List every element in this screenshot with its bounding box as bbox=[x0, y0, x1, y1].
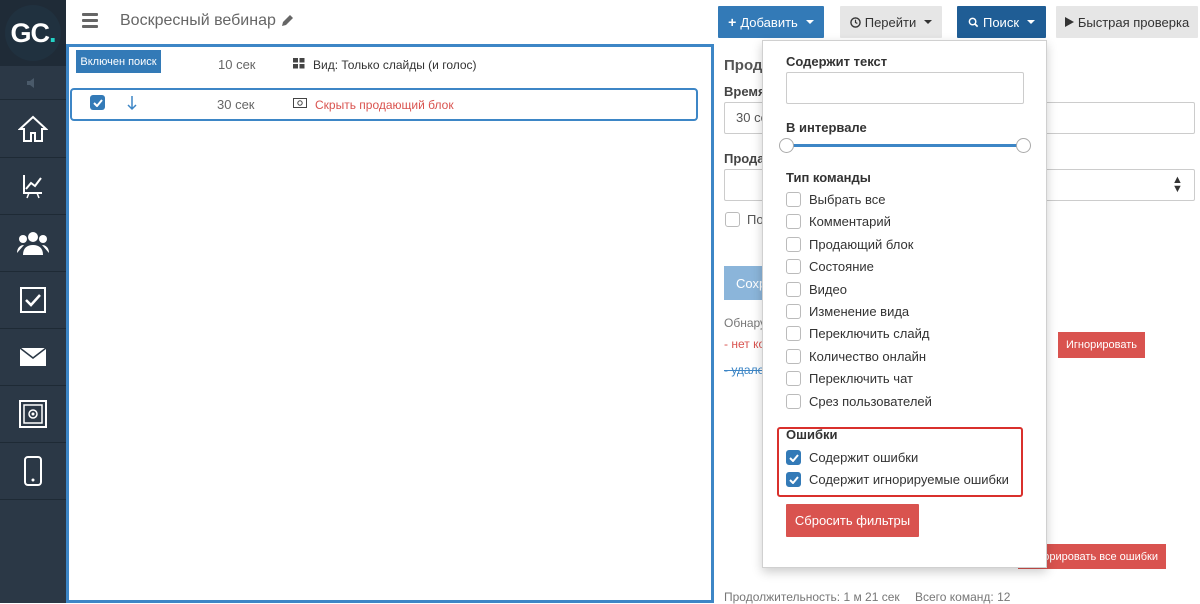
error-item-ignored: - удале bbox=[724, 363, 765, 377]
speaker-icon[interactable] bbox=[0, 66, 66, 100]
checkbox[interactable] bbox=[786, 304, 801, 319]
checkbox-checked[interactable] bbox=[786, 472, 801, 487]
row-checkbox[interactable] bbox=[90, 95, 105, 110]
sidebar-item-stats[interactable] bbox=[0, 158, 66, 215]
arrow-down-icon[interactable] bbox=[127, 95, 137, 111]
checkbox-icon bbox=[20, 287, 46, 313]
filter-switch-slide[interactable]: Переключить слайд bbox=[786, 326, 929, 341]
search-enabled-badge: Включен поиск bbox=[76, 50, 161, 73]
checkbox[interactable] bbox=[786, 237, 801, 252]
duration-text: Продолжительность: 1 м 21 сек bbox=[724, 590, 900, 604]
sidebar-item-mobile[interactable] bbox=[0, 443, 66, 500]
menu-icon[interactable] bbox=[82, 13, 98, 29]
sidebar: GC. bbox=[0, 0, 66, 603]
checkbox[interactable] bbox=[786, 371, 801, 386]
select-arrows-icon: ▲ ▼ bbox=[1172, 174, 1183, 195]
row-command-text: Вид: Только слайды (и голос) bbox=[313, 58, 477, 72]
search-filter-dropdown: Содержит текст В интервале Тип команды В… bbox=[762, 40, 1047, 568]
quick-check-button[interactable]: Быстрая проверка bbox=[1056, 6, 1198, 38]
interval-slider-handle-start[interactable] bbox=[779, 138, 794, 153]
caret-down-icon bbox=[805, 20, 814, 24]
add-button[interactable]: + Добавить bbox=[718, 6, 824, 38]
clock-icon bbox=[849, 16, 861, 28]
sidebar-item-safe[interactable] bbox=[0, 386, 66, 443]
search-button[interactable]: Поиск bbox=[957, 6, 1046, 38]
panel-heading: Прод bbox=[724, 57, 763, 74]
filter-selling-block[interactable]: Продающий блок bbox=[786, 237, 913, 252]
interval-slider-track[interactable] bbox=[786, 144, 1024, 147]
filter-user-slice[interactable]: Срез пользователей bbox=[786, 394, 932, 409]
interval-slider-handle-end[interactable] bbox=[1016, 138, 1031, 153]
time-label: Время bbox=[724, 84, 766, 99]
filter-has-errors[interactable]: Содержит ошибки bbox=[786, 450, 918, 465]
checkbox[interactable] bbox=[786, 394, 801, 409]
sidebar-item-mail[interactable] bbox=[0, 329, 66, 386]
checkbox[interactable] bbox=[786, 282, 801, 297]
filter-has-ignored-errors[interactable]: Содержит игнорируемые ошибки bbox=[786, 472, 1009, 487]
caret-down-icon bbox=[924, 20, 933, 24]
chart-icon bbox=[23, 175, 42, 199]
checkbox[interactable] bbox=[786, 259, 801, 274]
caret-down-icon bbox=[1027, 20, 1036, 24]
errors-label: Ошибки bbox=[786, 427, 838, 442]
seller-label: Прода bbox=[724, 151, 765, 166]
filter-video[interactable]: Видео bbox=[786, 282, 847, 297]
checkbox[interactable] bbox=[786, 192, 801, 207]
checkbox-checked[interactable] bbox=[786, 450, 801, 465]
filter-select-all[interactable]: Выбрать все bbox=[786, 192, 885, 207]
command-type-label: Тип команды bbox=[786, 170, 871, 185]
logo[interactable]: GC. bbox=[0, 0, 66, 66]
contains-text-input[interactable] bbox=[786, 72, 1024, 104]
found-errors-label: Обнару bbox=[724, 316, 767, 330]
plus-icon: + bbox=[728, 14, 737, 30]
filter-state[interactable]: Состояние bbox=[786, 259, 874, 274]
money-icon bbox=[293, 98, 307, 108]
header: Воскресный вебинар + Добавить Перейти По… bbox=[66, 0, 1200, 44]
row-time: 30 сек bbox=[217, 97, 255, 112]
goto-button[interactable]: Перейти bbox=[840, 6, 942, 38]
page-title: Воскресный вебинар bbox=[120, 12, 294, 30]
contains-text-label: Содержит текст bbox=[786, 54, 888, 69]
filter-comment[interactable]: Комментарий bbox=[786, 214, 891, 229]
total-commands-text: Всего команд: 12 bbox=[915, 590, 1011, 604]
sidebar-item-users[interactable] bbox=[0, 215, 66, 272]
sidebar-item-home[interactable] bbox=[0, 101, 66, 158]
checkbox[interactable] bbox=[786, 214, 801, 229]
panel-checkbox[interactable] bbox=[725, 212, 740, 227]
play-icon bbox=[1064, 17, 1074, 27]
filter-switch-chat[interactable]: Переключить чат bbox=[786, 371, 913, 386]
safe-icon bbox=[19, 400, 47, 428]
home-icon bbox=[18, 115, 48, 142]
phone-icon bbox=[24, 456, 42, 486]
users-icon bbox=[17, 232, 49, 255]
checkbox[interactable] bbox=[786, 326, 801, 341]
mail-icon bbox=[19, 347, 47, 366]
error-item: - нет ко bbox=[724, 337, 766, 351]
filter-online-count[interactable]: Количество онлайн bbox=[786, 349, 926, 364]
logo-mark: GC. bbox=[5, 5, 61, 61]
filter-view-change[interactable]: Изменение вида bbox=[786, 304, 909, 319]
pencil-icon[interactable] bbox=[280, 14, 294, 28]
interval-label: В интервале bbox=[786, 120, 867, 135]
search-icon bbox=[968, 17, 979, 27]
command-list bbox=[66, 44, 714, 603]
grid-icon bbox=[293, 58, 305, 69]
checkbox[interactable] bbox=[786, 349, 801, 364]
row-command-text: Скрыть продающий блок bbox=[315, 98, 454, 112]
ignore-button[interactable]: Игнорировать bbox=[1058, 332, 1145, 358]
row-time: 10 сек bbox=[218, 57, 256, 72]
sidebar-item-tasks[interactable] bbox=[0, 272, 66, 329]
reset-filters-button[interactable]: Сбросить фильтры bbox=[786, 504, 919, 537]
